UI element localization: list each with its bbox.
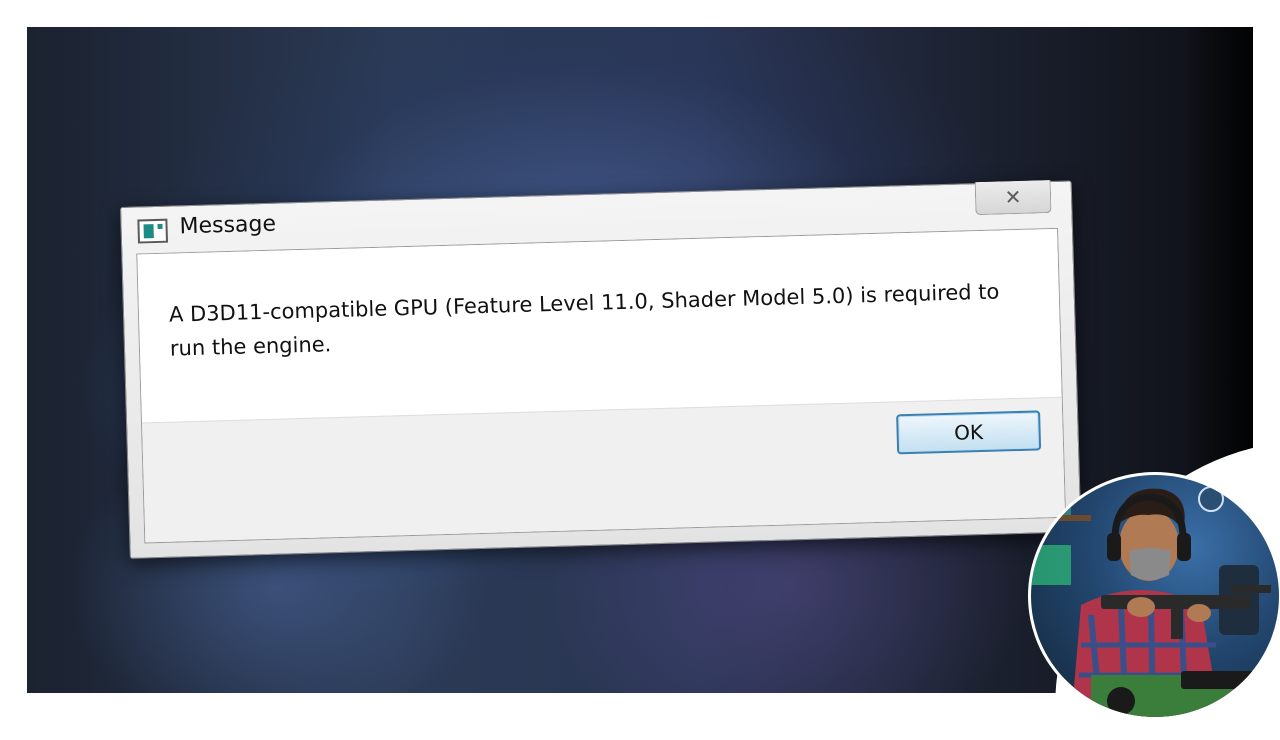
message-dialog: Message ✕ A D3D11-compatible GPU (Featur…	[120, 180, 1082, 559]
dialog-title: Message	[179, 211, 277, 240]
close-icon: ✕	[1004, 184, 1022, 210]
ok-button[interactable]: OK	[896, 410, 1042, 455]
app-window-icon	[137, 218, 169, 244]
gamer-illustration	[1031, 486, 1279, 717]
error-message: A D3D11-compatible GPU (Feature Level 11…	[168, 279, 1000, 361]
close-button[interactable]: ✕	[974, 180, 1052, 216]
button-area: OK	[142, 396, 1066, 543]
message-area: A D3D11-compatible GPU (Feature Level 11…	[137, 228, 1062, 423]
dialog-body: A D3D11-compatible GPU (Feature Level 11…	[136, 227, 1067, 544]
avatar	[1028, 472, 1280, 720]
